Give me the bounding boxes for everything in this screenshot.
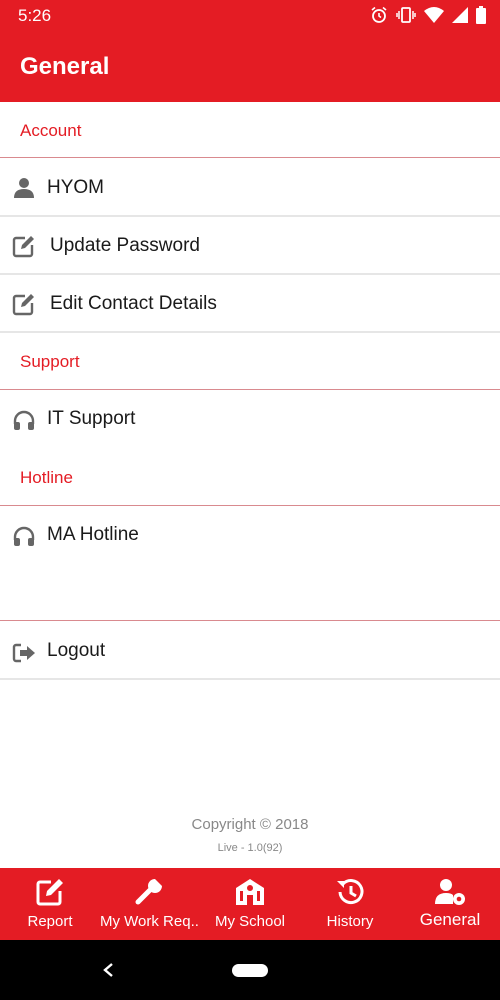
edit-icon bbox=[12, 236, 34, 258]
list-item-label-ma-hotline: MA Hotline bbox=[47, 524, 139, 545]
status-time: 5:26 bbox=[18, 6, 52, 25]
tab-my-school[interactable]: My School bbox=[200, 868, 300, 940]
section-title-account: Account bbox=[20, 121, 82, 140]
logout-icon bbox=[12, 643, 35, 663]
tab-label-history: History bbox=[326, 913, 374, 930]
vibrate-icon bbox=[396, 7, 416, 23]
headset-icon bbox=[13, 526, 35, 546]
edit-icon bbox=[36, 879, 63, 906]
section-header-hotline: Hotline bbox=[0, 449, 500, 506]
school-icon bbox=[236, 879, 264, 905]
bottom-nav: Report My Work Req... My School History bbox=[0, 868, 500, 940]
section-title-hotline: Hotline bbox=[20, 468, 73, 487]
headset-icon bbox=[13, 410, 35, 430]
wrench-icon bbox=[135, 879, 162, 905]
alarm-icon bbox=[371, 6, 387, 23]
back-icon[interactable] bbox=[102, 962, 116, 978]
system-nav-bar bbox=[0, 940, 500, 1000]
list-item-label-user: HYOM bbox=[47, 177, 104, 198]
status-bar: 5:26 bbox=[0, 0, 500, 33]
tab-label-general: General bbox=[419, 910, 481, 929]
history-icon bbox=[337, 879, 364, 905]
list-item-label-update-password: Update Password bbox=[50, 235, 200, 256]
tab-report[interactable]: Report bbox=[0, 868, 100, 940]
wifi-icon bbox=[424, 7, 444, 23]
tab-label-my-school: My School bbox=[214, 913, 286, 930]
logout-button[interactable]: Logout bbox=[0, 622, 500, 680]
user-settings-icon bbox=[435, 879, 465, 905]
tab-general[interactable]: General bbox=[400, 868, 500, 940]
tab-my-work-requests[interactable]: My Work Req... bbox=[100, 868, 200, 940]
home-pill[interactable] bbox=[232, 964, 268, 977]
user-icon bbox=[14, 178, 34, 198]
tab-history[interactable]: History bbox=[300, 868, 400, 940]
settings-list: Account HYOM Update Password Edit Contac… bbox=[0, 102, 500, 868]
list-item-label-edit-contact-details: Edit Contact Details bbox=[50, 293, 217, 314]
section-header-support: Support bbox=[0, 333, 500, 390]
list-item-user[interactable]: HYOM bbox=[0, 159, 500, 217]
section-header-account: Account bbox=[0, 102, 500, 158]
status-icons bbox=[370, 6, 486, 24]
edit-icon bbox=[12, 294, 34, 316]
list-item-ma-hotline[interactable]: MA Hotline bbox=[0, 506, 500, 621]
battery-icon bbox=[476, 6, 486, 24]
cell-signal-icon bbox=[452, 7, 468, 23]
copyright-text: Copyright © 2018 bbox=[191, 816, 309, 833]
app-bar: General bbox=[0, 33, 500, 102]
list-item-edit-contact-details[interactable]: Edit Contact Details bbox=[0, 275, 500, 333]
version-text: Live - 1.0(92) bbox=[217, 842, 283, 854]
tab-label-report: Report bbox=[27, 913, 73, 930]
list-item-label-it-support: IT Support bbox=[47, 408, 136, 429]
list-item-it-support[interactable]: IT Support bbox=[0, 390, 500, 449]
list-item-label-logout: Logout bbox=[47, 640, 106, 661]
page-title: General bbox=[20, 53, 110, 80]
section-title-support: Support bbox=[20, 352, 80, 371]
list-item-update-password[interactable]: Update Password bbox=[0, 217, 500, 275]
tab-label-my-work-requests: My Work Req... bbox=[100, 913, 200, 930]
